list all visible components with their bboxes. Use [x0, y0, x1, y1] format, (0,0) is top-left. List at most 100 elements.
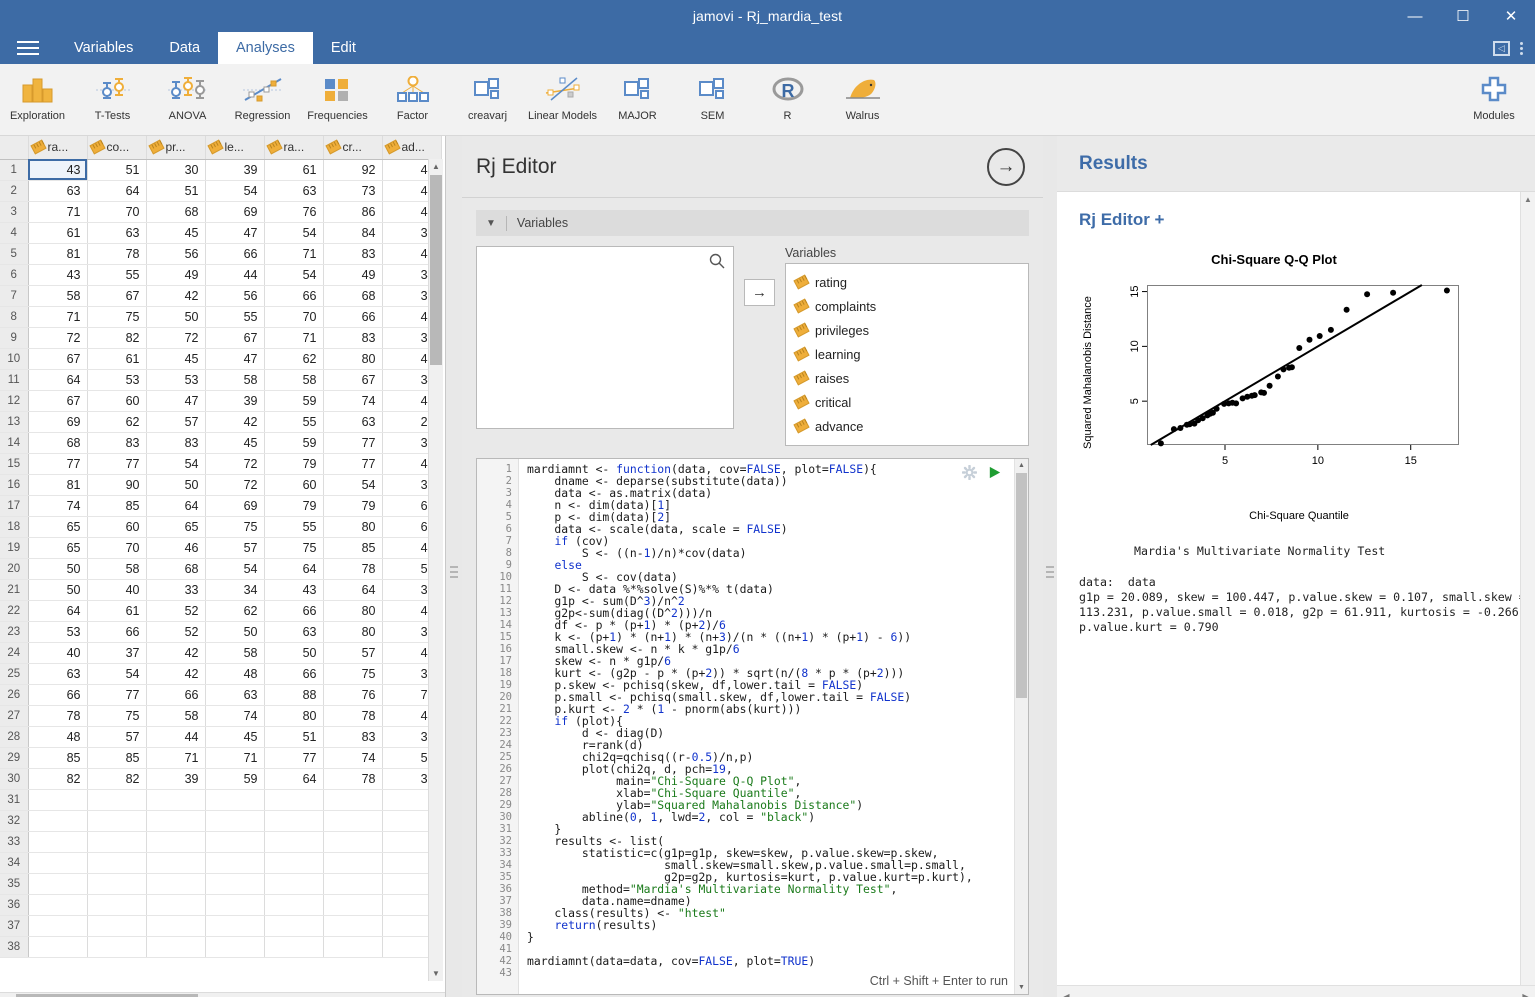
grid-cell[interactable]: 73 [323, 180, 382, 201]
row-header[interactable]: 30 [0, 768, 28, 789]
grid-cell[interactable]: 79 [264, 495, 323, 516]
grid-cell[interactable]: 84 [323, 222, 382, 243]
row-header[interactable]: 2 [0, 180, 28, 201]
grid-cell[interactable]: 57 [205, 537, 264, 558]
editor-code-text[interactable]: mardiamnt <- function(data, cov=FALSE, p… [519, 459, 1014, 994]
grid-cell[interactable]: 68 [146, 201, 205, 222]
grid-cell[interactable] [146, 831, 205, 852]
grid-cell[interactable]: 83 [323, 243, 382, 264]
grid-cell[interactable]: 50 [264, 642, 323, 663]
row-header[interactable]: 32 [0, 810, 28, 831]
grid-cell[interactable] [264, 810, 323, 831]
grid-cell[interactable]: 63 [87, 222, 146, 243]
tab-edit[interactable]: Edit [313, 32, 374, 64]
ribbon-ttests[interactable]: T-Tests [75, 66, 150, 134]
overflow-menu-icon[interactable] [1520, 42, 1523, 55]
grid-cell[interactable]: 50 [28, 558, 87, 579]
grid-cell[interactable]: 71 [264, 243, 323, 264]
grid-cell[interactable]: 61 [87, 348, 146, 369]
row-header[interactable]: 12 [0, 390, 28, 411]
grid-cell[interactable] [323, 936, 382, 957]
table-row[interactable]: 34 [0, 852, 441, 873]
grid-cell[interactable]: 77 [323, 453, 382, 474]
grid-cell[interactable] [264, 936, 323, 957]
grid-cell[interactable]: 75 [205, 516, 264, 537]
grid-cell[interactable]: 39 [205, 159, 264, 180]
grid-cell[interactable]: 47 [146, 390, 205, 411]
row-header[interactable]: 24 [0, 642, 28, 663]
grid-cell[interactable]: 69 [205, 495, 264, 516]
ribbon-factor[interactable]: Factor [375, 66, 450, 134]
row-header[interactable]: 25 [0, 663, 28, 684]
table-row[interactable]: 972827267718331 [0, 327, 441, 348]
ribbon-r[interactable]: R R [750, 66, 825, 134]
grid-cell[interactable]: 43 [28, 264, 87, 285]
grid-cell[interactable] [205, 852, 264, 873]
row-header[interactable]: 36 [0, 894, 28, 915]
grid-cell[interactable] [146, 810, 205, 831]
row-header[interactable]: 23 [0, 621, 28, 642]
grid-cell[interactable]: 80 [323, 348, 382, 369]
table-row[interactable]: 36 [0, 894, 441, 915]
grid-cell[interactable]: 75 [87, 705, 146, 726]
grid-cell[interactable]: 80 [323, 621, 382, 642]
grid-cell[interactable]: 30 [146, 159, 205, 180]
row-header[interactable]: 37 [0, 915, 28, 936]
grid-cell[interactable]: 63 [28, 663, 87, 684]
scroll-down-icon[interactable]: ▼ [429, 966, 443, 981]
grid-cell[interactable]: 49 [323, 264, 382, 285]
row-header[interactable]: 38 [0, 936, 28, 957]
grid-cell[interactable] [205, 831, 264, 852]
ribbon-sem[interactable]: SEM [675, 66, 750, 134]
table-row[interactable]: 758674256666835 [0, 285, 441, 306]
source-variables-list[interactable] [476, 246, 734, 429]
grid-cell[interactable] [323, 831, 382, 852]
grid-cell[interactable]: 59 [205, 768, 264, 789]
grid-cell[interactable]: 92 [323, 159, 382, 180]
grid-cell[interactable]: 66 [264, 600, 323, 621]
grid-cell[interactable] [323, 873, 382, 894]
table-row[interactable]: 32 [0, 810, 441, 831]
grid-cell[interactable]: 76 [323, 684, 382, 705]
grid-cell[interactable] [28, 831, 87, 852]
grid-cell[interactable]: 77 [87, 453, 146, 474]
table-row[interactable]: 1965704657758546 [0, 537, 441, 558]
grid-cell[interactable]: 57 [146, 411, 205, 432]
table-row[interactable]: 1774856469797963 [0, 495, 441, 516]
grid-cell[interactable]: 66 [28, 684, 87, 705]
row-header[interactable]: 9 [0, 327, 28, 348]
grid-cell[interactable]: 40 [28, 642, 87, 663]
row-header[interactable]: 13 [0, 411, 28, 432]
row-header[interactable]: 4 [0, 222, 28, 243]
grid-cell[interactable] [87, 810, 146, 831]
table-row[interactable]: 2050586854647852 [0, 558, 441, 579]
row-header[interactable]: 20 [0, 558, 28, 579]
results-content[interactable]: Rj Editor + Chi-Square Q-Q Plot Squared … [1057, 192, 1535, 997]
ribbon-creavarj[interactable]: creavarj [450, 66, 525, 134]
assign-variable-button[interactable]: → [744, 279, 775, 306]
table-row[interactable]: 1164535358586734 [0, 369, 441, 390]
row-header[interactable]: 34 [0, 852, 28, 873]
grid-cell[interactable]: 60 [87, 516, 146, 537]
grid-cell[interactable] [87, 873, 146, 894]
run-play-icon[interactable] [987, 465, 1002, 484]
grid-cell[interactable]: 64 [28, 600, 87, 621]
grid-cell[interactable] [146, 873, 205, 894]
grid-cell[interactable]: 43 [264, 579, 323, 600]
grid-cell[interactable]: 47 [205, 222, 264, 243]
grid-cell[interactable] [205, 789, 264, 810]
grid-cell[interactable] [205, 810, 264, 831]
row-header[interactable]: 3 [0, 201, 28, 222]
search-icon[interactable] [709, 253, 725, 274]
variables-section-header[interactable]: ▼ Variables [476, 210, 1029, 236]
grid-cell[interactable]: 72 [146, 327, 205, 348]
grid-cell[interactable]: 44 [205, 264, 264, 285]
grid-cell[interactable]: 54 [87, 663, 146, 684]
row-header[interactable]: 15 [0, 453, 28, 474]
grid-cell[interactable]: 60 [87, 390, 146, 411]
scroll-up-icon[interactable]: ▲ [1521, 192, 1535, 207]
grid-cell[interactable]: 78 [87, 243, 146, 264]
grid-cell[interactable] [28, 894, 87, 915]
table-row[interactable]: 2264615262668041 [0, 600, 441, 621]
scroll-down-icon[interactable]: ▼ [1015, 981, 1028, 994]
